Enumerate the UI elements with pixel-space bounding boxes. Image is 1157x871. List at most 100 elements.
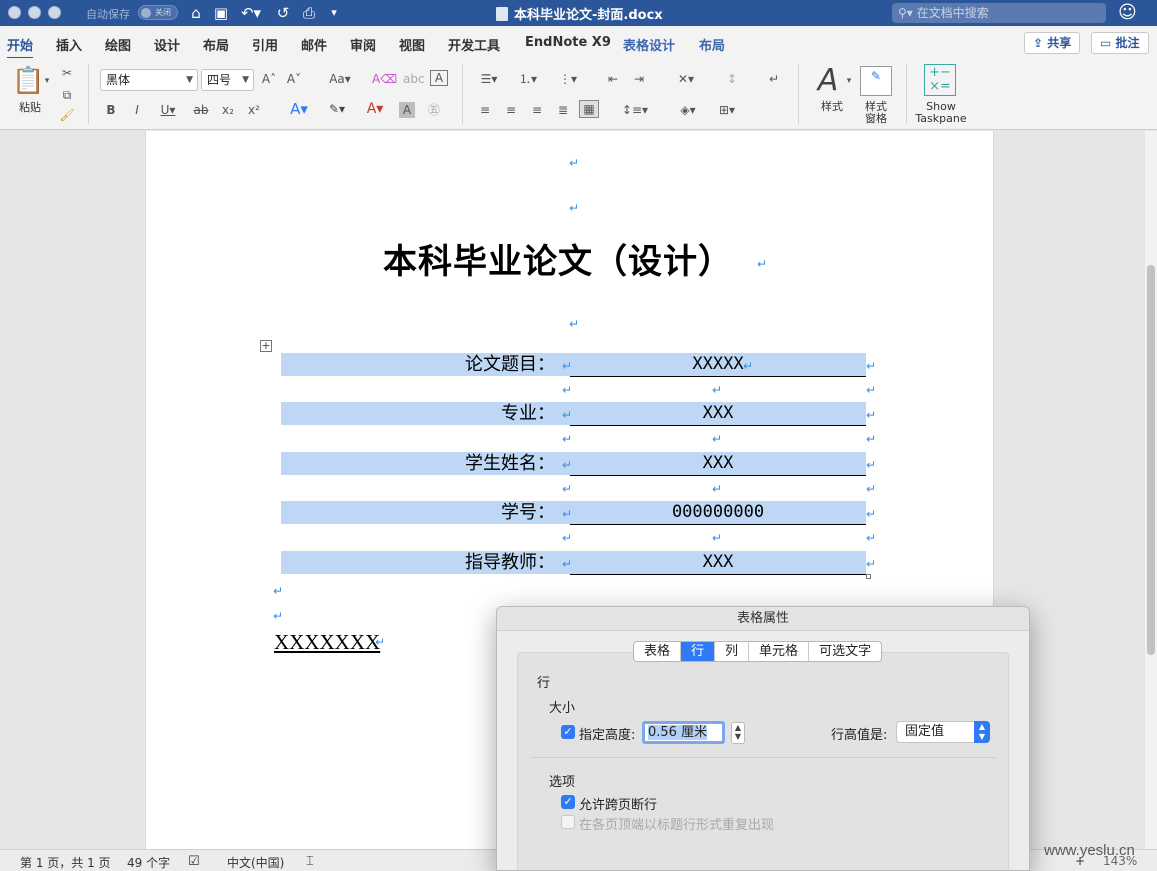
- tab-table[interactable]: 表格: [634, 642, 682, 661]
- change-case-icon[interactable]: Aa▾: [325, 70, 355, 88]
- tab-home[interactable]: 开始: [7, 35, 34, 60]
- bold-icon[interactable]: B: [104, 101, 118, 119]
- tab-table-layout[interactable]: 布局: [699, 35, 725, 54]
- grow-font-icon[interactable]: A˄: [260, 70, 278, 88]
- save-icon[interactable]: ▣: [211, 3, 231, 23]
- styles-chevron-icon[interactable]: ▾: [844, 72, 854, 90]
- styles-pane-icon[interactable]: ✎: [860, 66, 892, 96]
- specify-height-checkbox[interactable]: ✓: [561, 725, 575, 739]
- cut-icon[interactable]: ✂: [58, 64, 76, 82]
- multilevel-list-icon[interactable]: ⋮▾: [552, 70, 584, 88]
- redo-icon[interactable]: ↺: [272, 3, 294, 23]
- numbering-icon[interactable]: ⒈▾: [512, 70, 544, 88]
- tab-references[interactable]: 引用: [252, 35, 278, 54]
- clear-formatting-icon[interactable]: A⌫: [372, 70, 397, 88]
- font-name-select[interactable]: 黑体 ▼: [100, 69, 198, 91]
- taskpane-icon[interactable]: +− ×=: [924, 64, 956, 96]
- vertical-scrollbar[interactable]: [1145, 131, 1157, 849]
- distributed-icon[interactable]: ▦: [579, 100, 599, 118]
- document-footer-text[interactable]: XXXXXXX: [274, 630, 380, 655]
- format-painter-icon[interactable]: 🖌: [58, 106, 76, 124]
- underline-icon[interactable]: U▾: [154, 101, 182, 119]
- tab-draw[interactable]: 绘图: [105, 35, 131, 54]
- autosave-toggle[interactable]: 关闭: [138, 5, 178, 20]
- print-icon[interactable]: ⎙: [298, 3, 320, 23]
- tab-column[interactable]: 列: [715, 642, 750, 661]
- bullets-icon[interactable]: ☰▾: [474, 70, 504, 88]
- tab-table-design[interactable]: 表格设计: [623, 35, 675, 54]
- minimize-window-button[interactable]: [28, 6, 41, 19]
- tab-endnote[interactable]: EndNote X9: [525, 35, 611, 50]
- sort-icon[interactable]: ↕: [722, 70, 742, 88]
- close-window-button[interactable]: [8, 6, 21, 19]
- borders-icon[interactable]: ⊞▾: [710, 101, 744, 119]
- search-input[interactable]: ⚲▾ 在文档中搜索: [892, 3, 1106, 23]
- table-row-value[interactable]: XXX: [570, 551, 866, 575]
- character-shading-icon[interactable]: A: [399, 102, 415, 118]
- comments-button[interactable]: ▭ 批注: [1091, 32, 1149, 54]
- decrease-indent-icon[interactable]: ⇤: [604, 70, 622, 88]
- phonetic-guide-icon[interactable]: abc: [403, 70, 425, 88]
- table-move-handle-icon[interactable]: +: [260, 340, 272, 352]
- repeat-header-row-checkbox[interactable]: [561, 815, 575, 829]
- feedback-smiley-icon[interactable]: ☺: [1118, 2, 1140, 24]
- document-main-title[interactable]: 本科毕业论文（设计）: [383, 234, 733, 283]
- zoom-window-button[interactable]: [48, 6, 61, 19]
- table-row-value[interactable]: XXXXX: [570, 353, 866, 377]
- shading-icon[interactable]: ◈▾: [672, 101, 704, 119]
- tab-view[interactable]: 视图: [399, 35, 425, 54]
- asian-layout-icon[interactable]: ✕▾: [670, 70, 702, 88]
- tab-alt-text[interactable]: 可选文字: [809, 642, 881, 661]
- character-border-icon[interactable]: A: [430, 70, 448, 86]
- font-size-select[interactable]: 四号 ▼: [201, 69, 254, 91]
- table-row-value[interactable]: XXX: [570, 452, 866, 476]
- tab-developer[interactable]: 开发工具: [448, 35, 500, 54]
- justify-icon[interactable]: ≣: [554, 101, 572, 119]
- share-button[interactable]: ⇪ 共享: [1024, 32, 1081, 54]
- table-row-value[interactable]: 000000000: [570, 501, 866, 525]
- highlight-color-icon[interactable]: ✎▾: [322, 100, 352, 118]
- scrollbar-thumb[interactable]: [1147, 265, 1155, 655]
- page-count[interactable]: 第 1 页，共 1 页: [20, 854, 111, 871]
- superscript-icon[interactable]: x²: [246, 101, 262, 119]
- customize-toolbar-icon[interactable]: ▾: [326, 3, 342, 23]
- tab-cell[interactable]: 单元格: [749, 642, 810, 661]
- table-resize-handle[interactable]: [866, 574, 871, 579]
- tab-row[interactable]: 行: [681, 642, 716, 661]
- proofing-icon[interactable]: ☑: [188, 854, 200, 869]
- show-marks-icon[interactable]: ↵: [764, 70, 784, 88]
- row-height-stepper[interactable]: ▲ ▼: [731, 722, 745, 744]
- font-color-icon[interactable]: A▾: [360, 100, 390, 118]
- align-right-icon[interactable]: ≡: [528, 101, 546, 119]
- align-left-icon[interactable]: ≡: [476, 101, 494, 119]
- shrink-font-icon[interactable]: A˅: [285, 70, 303, 88]
- track-changes-icon[interactable]: ⌶: [306, 854, 314, 869]
- undo-icon[interactable]: ↶▾: [236, 3, 266, 23]
- subscript-icon[interactable]: x₂: [220, 101, 236, 119]
- italic-icon[interactable]: I: [130, 101, 144, 119]
- tab-mailings[interactable]: 邮件: [301, 35, 327, 54]
- enclose-characters-icon[interactable]: ㊄: [425, 101, 443, 119]
- word-count[interactable]: 49 个字: [127, 854, 170, 871]
- strikethrough-icon[interactable]: ab: [192, 101, 210, 119]
- line-spacing-icon[interactable]: ↕≡▾: [618, 101, 652, 119]
- align-center-icon[interactable]: ≡: [502, 101, 520, 119]
- text-effects-icon[interactable]: A▾: [284, 100, 314, 118]
- home-icon[interactable]: ⌂: [186, 3, 206, 23]
- styles-gallery-icon[interactable]: A: [810, 64, 846, 98]
- tab-review[interactable]: 审阅: [350, 35, 376, 54]
- paste-options-chevron-icon[interactable]: ▾: [42, 72, 52, 90]
- tab-insert[interactable]: 插入: [56, 35, 82, 54]
- copy-icon[interactable]: ⧉: [58, 86, 76, 104]
- language-status[interactable]: 中文(中国): [227, 854, 284, 871]
- row-height-mode-select[interactable]: 固定值 ▲ ▼: [896, 721, 990, 743]
- table-row-value[interactable]: XXX: [570, 402, 866, 426]
- allow-row-break-checkbox[interactable]: ✓: [561, 795, 575, 809]
- watermark: www.yeslu.cn: [1044, 842, 1135, 859]
- section-heading-options: 选项: [549, 775, 576, 790]
- paste-icon[interactable]: 📋: [12, 66, 44, 96]
- row-height-input[interactable]: 0.56 厘米: [642, 721, 725, 744]
- increase-indent-icon[interactable]: ⇥: [630, 70, 648, 88]
- tab-design[interactable]: 设计: [154, 35, 180, 54]
- tab-layout[interactable]: 布局: [203, 35, 229, 54]
